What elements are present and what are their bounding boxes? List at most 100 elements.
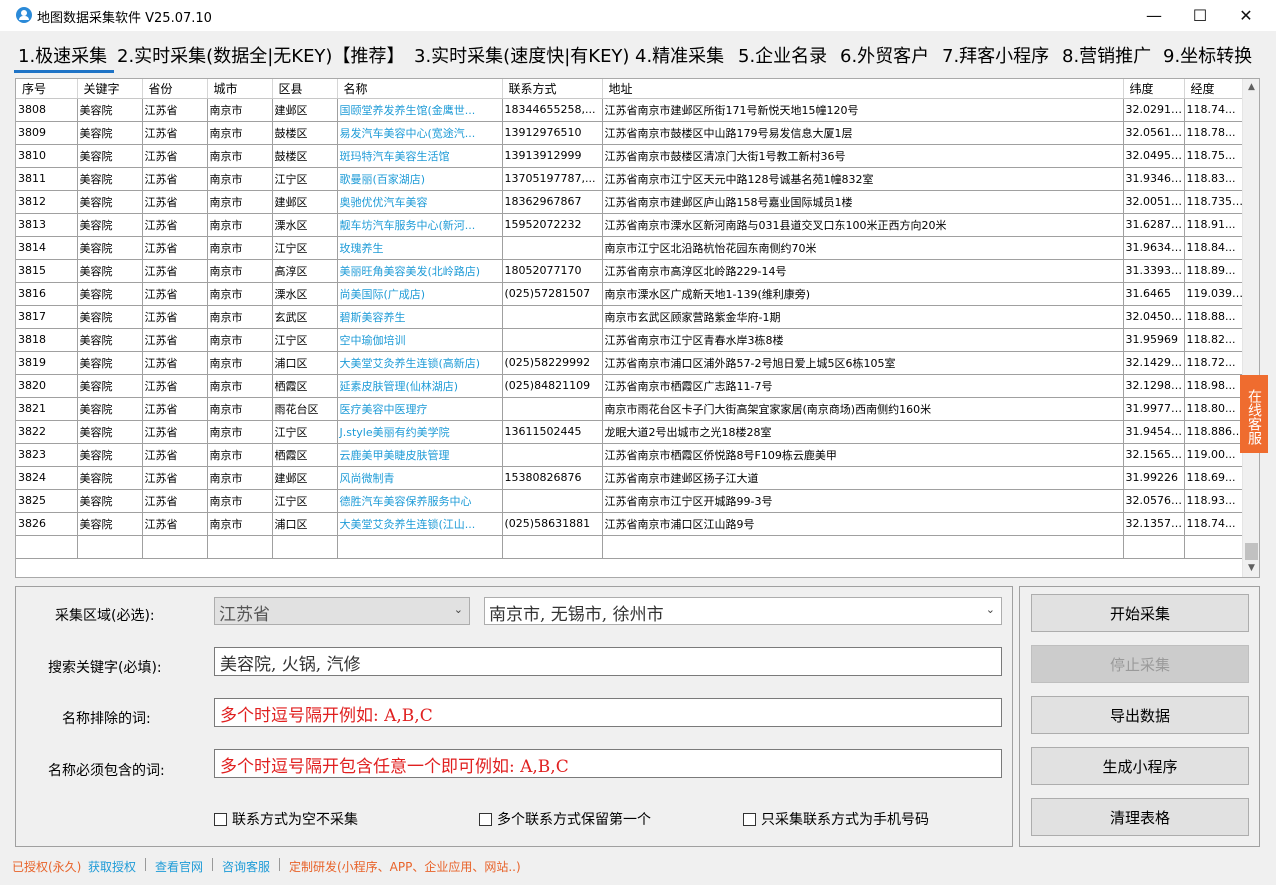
table-cell[interactable] (502, 397, 603, 421)
table-cell[interactable]: 美容院 (77, 190, 143, 214)
table-cell[interactable]: 江宁区 (272, 420, 338, 444)
table-cell[interactable]: 江苏省 (142, 351, 208, 375)
table-cell[interactable] (502, 236, 603, 260)
table-cell[interactable]: 13913912999 (502, 144, 603, 168)
table-cell[interactable]: 江苏省 (142, 397, 208, 421)
table-cell[interactable]: 江苏省 (142, 236, 208, 260)
table-cell[interactable]: 3824 (16, 466, 78, 490)
column-header[interactable]: 地址 (602, 79, 1124, 99)
table-cell[interactable]: 118.75... (1184, 144, 1245, 168)
table-cell[interactable]: 3821 (16, 397, 78, 421)
table-cell[interactable]: 南京市 (207, 213, 273, 237)
table-cell[interactable]: 32.057643 (1123, 489, 1185, 513)
table-cell[interactable] (16, 535, 78, 559)
include-words-input[interactable]: 多个时逗号隔开包含任意一个即可例如: A,B,C (214, 749, 1002, 778)
table-cell[interactable]: 江苏省 (142, 443, 208, 467)
table-cell[interactable]: 江苏省南京市浦口区浦外路57-2号旭日爱上城5区6栋105室 (602, 351, 1124, 375)
mobile-only-checkbox[interactable]: 只采集联系方式为手机号码 (743, 809, 929, 829)
table-cell[interactable] (337, 535, 503, 559)
table-cell[interactable]: 美容院 (77, 443, 143, 467)
column-header[interactable]: 纬度 (1123, 79, 1185, 99)
table-cell[interactable]: 南京市 (207, 167, 273, 191)
table-cell[interactable]: 江苏省南京市江宁区天元中路128号诚基名苑1幢832室 (602, 167, 1124, 191)
start-collect-button[interactable]: 开始采集 (1031, 594, 1249, 632)
generate-miniprogram-button[interactable]: 生成小程序 (1031, 747, 1249, 785)
tab-company-directory[interactable]: 5.企业名录 (738, 42, 827, 68)
table-row-empty[interactable] (16, 535, 1245, 559)
table-cell[interactable]: 医疗美容中医理疗 (337, 397, 503, 421)
table-cell[interactable]: 118.74... (1184, 98, 1245, 122)
column-header[interactable]: 关键字 (77, 79, 143, 99)
table-cell[interactable]: 3809 (16, 121, 78, 145)
tab-realtime-collect-nokey[interactable]: 2.实时采集(数据全|无KEY)【推荐】 (117, 42, 404, 68)
table-cell[interactable]: 江苏省 (142, 466, 208, 490)
table-cell[interactable]: (025)58229992 (502, 351, 603, 375)
table-cell[interactable] (502, 535, 603, 559)
table-cell[interactable]: 3826 (16, 512, 78, 536)
table-cell[interactable]: 南京市 (207, 489, 273, 513)
table-cell[interactable]: 美容院 (77, 351, 143, 375)
table-cell[interactable]: 易发汽车美容中心(宽途汽... (337, 121, 503, 145)
table-cell[interactable]: 31.628737 (1123, 213, 1185, 237)
table-cell[interactable]: 江苏省南京市栖霞区侨悦路8号F109栋云鹿美甲 (602, 443, 1124, 467)
table-cell[interactable]: 南京市 (207, 512, 273, 536)
table-cell[interactable]: 雨花台区 (272, 397, 338, 421)
table-row[interactable]: 3814 美容院 江苏省 南京市 江宁区 玫瑰养生 南京市江宁区北沿路杭怡花园东南侧约70米… (16, 236, 1245, 260)
table-cell[interactable]: (025)57281507 (502, 282, 603, 306)
tab-realtime-collect-key[interactable]: 3.实时采集(速度快|有KEY) (414, 42, 629, 68)
table-cell[interactable]: 鼓楼区 (272, 121, 338, 145)
table-cell[interactable]: 江苏省 (142, 512, 208, 536)
table-cell[interactable]: 江苏省 (142, 259, 208, 283)
table-cell[interactable]: 南京市 (207, 443, 273, 467)
table-cell[interactable]: 119.03917 (1184, 282, 1245, 306)
table-cell[interactable]: 江苏省南京市溧水区新河南路与031县道交叉口东100米正西方向20米 (602, 213, 1124, 237)
table-row[interactable]: 3811 美容院 江苏省 南京市 江宁区 歌曼丽(百家湖店) 13705197787,...… (16, 167, 1245, 191)
table-cell[interactable]: 江苏省 (142, 144, 208, 168)
table-cell[interactable]: 32.049573 (1123, 144, 1185, 168)
table-cell[interactable]: 美容院 (77, 213, 143, 237)
table-cell[interactable]: 南京市 (207, 236, 273, 260)
results-table[interactable]: 序号 关键字 省份 城市 区县 名称 联系方式 地址 纬度 经度 3808 美容院… (15, 78, 1260, 578)
scroll-down-icon[interactable]: ▼ (1243, 560, 1259, 577)
table-cell[interactable]: 3811 (16, 167, 78, 191)
table-cell[interactable]: 玄武区 (272, 305, 338, 329)
table-cell[interactable]: 美容院 (77, 305, 143, 329)
table-cell[interactable] (272, 535, 338, 559)
table-cell[interactable]: 国颐堂养发养生馆(金鹰世... (337, 98, 503, 122)
table-cell[interactable]: 118.88672 (1184, 420, 1245, 444)
keep-first-contact-checkbox[interactable]: 多个联系方式保留第一个 (479, 809, 651, 829)
website-link[interactable]: 查看官网 (155, 858, 203, 875)
table-cell[interactable]: 3825 (16, 489, 78, 513)
table-cell[interactable]: 建邺区 (272, 98, 338, 122)
city-select[interactable]: 南京市, 无锡市, 徐州市 ⌄ (484, 597, 1002, 625)
export-data-button[interactable]: 导出数据 (1031, 696, 1249, 734)
table-cell[interactable]: 18344655258,... (502, 98, 603, 122)
table-cell[interactable]: 13611502445 (502, 420, 603, 444)
table-cell[interactable]: 建邺区 (272, 466, 338, 490)
stop-collect-button[interactable]: 停止采集 (1031, 645, 1249, 683)
table-cell[interactable]: 美容院 (77, 167, 143, 191)
table-cell[interactable]: 118.69... (1184, 466, 1245, 490)
table-row[interactable]: 3820 美容院 江苏省 南京市 栖霞区 延素皮肤管理(仙林湖店) (025)8482110… (16, 374, 1245, 398)
table-cell[interactable]: 31.963421 (1123, 236, 1185, 260)
table-cell[interactable]: 江宁区 (272, 167, 338, 191)
minimize-icon[interactable]: — (1131, 0, 1177, 31)
table-cell[interactable]: 3815 (16, 259, 78, 283)
table-cell[interactable]: 江苏省 (142, 167, 208, 191)
tab-foreign-trade[interactable]: 6.外贸客户 (840, 42, 929, 68)
table-row[interactable]: 3815 美容院 江苏省 南京市 高淳区 美丽旺角美容美发(北岭路店) 1805207717… (16, 259, 1245, 283)
table-cell[interactable]: 3810 (16, 144, 78, 168)
column-header[interactable]: 联系方式 (502, 79, 603, 99)
table-cell[interactable]: 奥驰优优汽车美容 (337, 190, 503, 214)
table-cell[interactable]: 3818 (16, 328, 78, 352)
table-cell[interactable]: 3820 (16, 374, 78, 398)
table-cell[interactable] (502, 489, 603, 513)
table-row[interactable]: 3821 美容院 江苏省 南京市 雨花台区 医疗美容中医理疗 南京市雨花台区卡子门大街高架宜… (16, 397, 1245, 421)
table-cell[interactable]: 栖霞区 (272, 443, 338, 467)
table-cell[interactable]: 3816 (16, 282, 78, 306)
table-cell[interactable]: 3813 (16, 213, 78, 237)
table-cell[interactable]: 江苏省 (142, 98, 208, 122)
table-cell[interactable]: 32.129817 (1123, 374, 1185, 398)
table-cell[interactable]: 32.045088 (1123, 305, 1185, 329)
table-cell[interactable]: 空中瑜伽培训 (337, 328, 503, 352)
